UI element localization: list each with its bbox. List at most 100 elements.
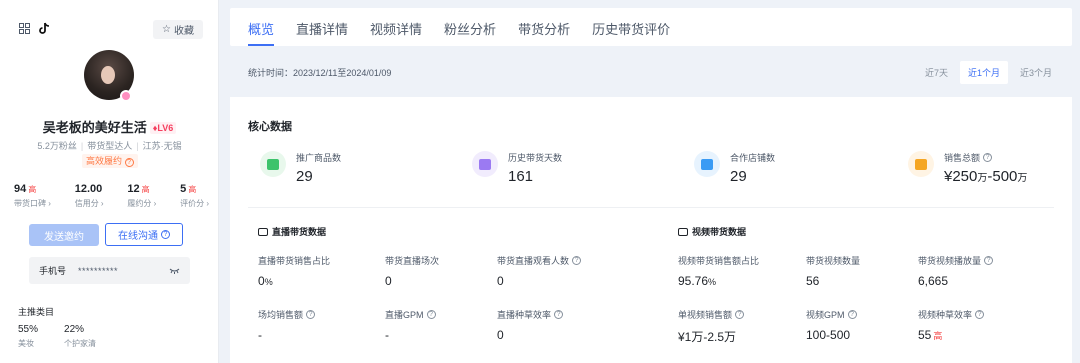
metric-label: 直播带货销售占比	[258, 256, 331, 266]
metric-live-gpm: 直播GPM? -	[385, 308, 436, 342]
tab-sales-analysis[interactable]: 带货分析	[518, 8, 570, 46]
metric-live-sessions: 带货直播场次 0	[385, 254, 439, 288]
kpi-promoted-products: 推广商品数 29	[260, 151, 341, 185]
range-1m[interactable]: 近1个月	[959, 60, 1008, 84]
video-icon	[678, 227, 688, 236]
tab-bar: 概览 直播详情 视频详情 粉丝分析 带货分析 历史带货评价	[230, 8, 1072, 46]
kpi-value: 161	[508, 168, 534, 185]
metric-value: 6,665	[918, 274, 949, 288]
live-section-title: 直播带货数据	[258, 225, 326, 238]
stat-label: 履约分	[127, 199, 152, 208]
stat-high: 高	[141, 185, 150, 194]
shop-icon	[694, 151, 720, 177]
category-percent: 22%	[64, 324, 85, 335]
divider	[248, 207, 1054, 208]
kpi-total-sales: 销售总额? ¥250万-500万	[908, 151, 1027, 185]
kpi-shops: 合作店铺数 29	[694, 151, 775, 185]
profile-meta: 5.2万粉丝 | 带货型达人 | 江苏·无锡	[37, 141, 182, 151]
help-icon[interactable]: ?	[572, 256, 582, 265]
metric-label: 视频种草效率	[918, 310, 973, 320]
kpi-history-days: 历史带货天数 161	[472, 151, 562, 185]
metric-label: 直播种草效率	[497, 310, 552, 320]
metric-label: 带货视频数量	[806, 256, 861, 266]
phone-value: **********	[78, 265, 119, 276]
video-title-text: 视频带货数据	[692, 227, 747, 237]
metric-value: -	[258, 328, 262, 342]
online-chat-button[interactable]: 在线沟通 ?	[105, 223, 183, 246]
kpi-label: 合作店铺数	[730, 153, 776, 163]
help-icon[interactable]: ?	[847, 310, 857, 319]
tab-live-details[interactable]: 直播详情	[296, 8, 348, 46]
stat-item[interactable]: 12 高 履约分 ›	[127, 183, 156, 209]
help-icon[interactable]: ?	[161, 230, 170, 239]
metric-label: 带货直播场次	[385, 256, 440, 266]
metric-unit: %	[264, 277, 273, 287]
metric-video-sales: 单视频销售额? ¥1万-2.5万	[678, 308, 745, 345]
stat-item[interactable]: 5高 评价分 ›	[180, 183, 209, 209]
range-7d[interactable]: 近7天	[917, 61, 956, 84]
tab-video-details[interactable]: 视频详情	[370, 8, 422, 46]
tag-text: 高效履约	[86, 156, 123, 166]
star-icon: ☆	[162, 24, 171, 35]
avatar-badge-icon	[120, 90, 132, 102]
kpi-value2: -500	[987, 168, 1018, 185]
score-stats: 94 高 带货口碑 › 12.00 信用分 › 12 高 履约分 › 5高 评价分 …	[14, 183, 209, 209]
kpi-label: 历史带货天数	[508, 153, 563, 163]
metric-label: 视频带货销售额占比	[678, 256, 760, 266]
metric-label: 带货直播观看人数	[497, 256, 570, 266]
stat-value: 5	[180, 183, 187, 195]
chart-icon	[472, 151, 498, 177]
metric-value: 100-500	[806, 328, 851, 342]
metric-value: -	[385, 328, 389, 342]
help-icon[interactable]: ?	[735, 310, 745, 319]
help-icon[interactable]: ?	[426, 310, 436, 319]
metric-unit: %	[708, 277, 717, 287]
stat-high: 高	[28, 185, 37, 194]
grid-icon[interactable]	[18, 22, 30, 34]
help-icon[interactable]: ?	[554, 310, 564, 319]
category-item: 22% 个护家清	[64, 324, 96, 349]
help-icon[interactable]: ?	[124, 158, 134, 167]
phone-row: 手机号 **********	[29, 257, 190, 284]
tab-fan-analysis[interactable]: 粉丝分析	[444, 8, 496, 46]
metric-value: 95.76	[678, 274, 709, 288]
category-list: 55% 美妆 22% 个护家清	[18, 324, 96, 349]
metric-value: 0	[497, 328, 504, 342]
metric-label: 单视频销售额	[678, 310, 733, 320]
help-icon[interactable]: ?	[306, 310, 316, 319]
top-icons	[18, 22, 50, 34]
help-icon[interactable]: ?	[983, 153, 993, 162]
range-selector: 近7天 近1个月 近3个月	[917, 60, 1060, 84]
kpi-label: 推广商品数	[296, 153, 342, 163]
category-name: 美妆	[18, 339, 34, 348]
help-icon[interactable]: ?	[984, 256, 994, 265]
metric-video-efficiency: 视频种草效率? 55 高	[918, 308, 985, 342]
help-icon[interactable]: ?	[975, 310, 985, 319]
metric-video-gpm: 视频GPM? 100-500	[806, 308, 857, 342]
stat-period: 统计时间：2023/12/11至2024/01/09	[248, 67, 392, 78]
metric-label: 带货视频播放量	[918, 256, 982, 266]
metric-label: 场均销售额	[258, 310, 304, 320]
stat-value: 94	[14, 183, 27, 195]
category-item: 55% 美妆	[18, 324, 38, 349]
tab-sales-reviews[interactable]: 历史带货评价	[592, 8, 670, 46]
range-3m[interactable]: 近3个月	[1012, 61, 1060, 84]
category-name: 个护家清	[64, 339, 97, 348]
tab-overview[interactable]: 概览	[248, 8, 275, 46]
kpi-value: 29	[296, 168, 313, 185]
core-title: 核心数据	[248, 121, 292, 133]
product-icon	[260, 151, 286, 177]
fans-count: 5.2万粉丝	[37, 141, 77, 151]
favorite-button[interactable]: ☆ 收藏	[153, 20, 203, 39]
stat-item[interactable]: 12.00 信用分 ›	[75, 183, 104, 209]
eye-closed-icon[interactable]	[169, 266, 180, 276]
send-invite-button[interactable]: 发送邀约	[29, 224, 99, 246]
metric-value: 55	[918, 328, 932, 342]
metric-value: 56	[806, 274, 820, 288]
username-text: 吴老板的美好生活	[42, 120, 147, 135]
stat-item[interactable]: 94 高 带货口碑 ›	[14, 183, 51, 209]
kpi-value: 29	[730, 168, 747, 185]
kpi-value: ¥250	[944, 168, 978, 185]
kpi-unit: 万	[977, 173, 988, 184]
metric-value: 0	[258, 274, 265, 288]
